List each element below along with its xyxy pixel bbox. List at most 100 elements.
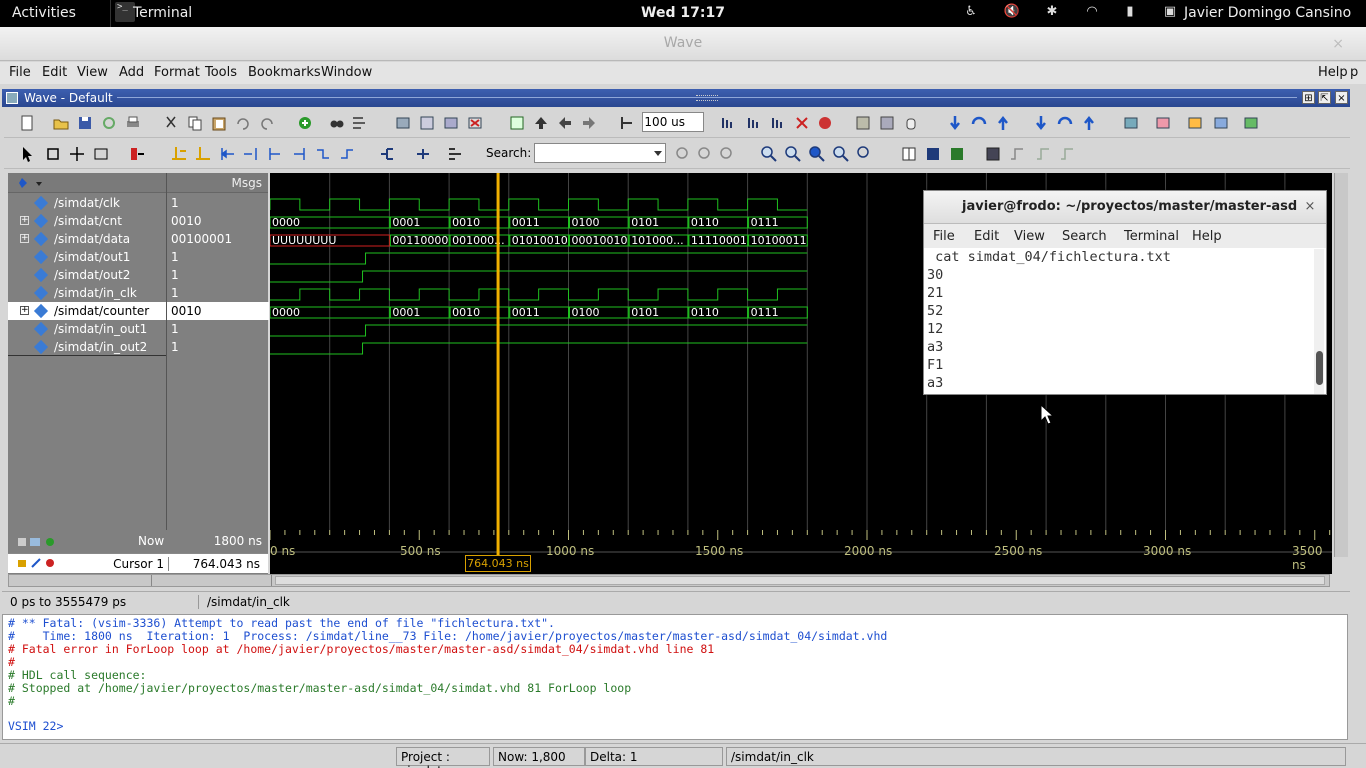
search-input[interactable]	[534, 143, 666, 163]
step-into-icon[interactable]	[946, 114, 964, 132]
delete-cursor-icon[interactable]	[194, 145, 212, 163]
break-icon[interactable]	[466, 114, 484, 132]
user-menu[interactable]: Javier Domingo Cansino	[1184, 5, 1351, 21]
reload-icon[interactable]	[100, 114, 118, 132]
vsim-prompt[interactable]: VSIM 22>	[8, 719, 1347, 733]
menu-format[interactable]: Format	[154, 65, 200, 80]
menu-tools[interactable]: Tools	[205, 65, 237, 80]
signal-style-3-icon[interactable]	[1058, 145, 1076, 163]
expand-icon[interactable]: +	[20, 234, 29, 243]
wave-view-icon[interactable]	[900, 145, 918, 163]
step-out-icon[interactable]	[994, 114, 1012, 132]
pane-float-icon[interactable]: ⊞	[1302, 91, 1315, 104]
pane-close-icon[interactable]: ×	[1335, 91, 1348, 104]
cursor-row[interactable]: Cursor 1 764.043 ns	[8, 553, 268, 573]
search-dropdown-icon[interactable]	[652, 147, 664, 159]
list-view-icon[interactable]	[924, 145, 942, 163]
undo-icon[interactable]	[234, 114, 252, 132]
signal-row-clk[interactable]: /simdat/clk	[8, 194, 166, 212]
copy-icon[interactable]	[186, 114, 204, 132]
break-stop-icon[interactable]	[816, 114, 834, 132]
signal-row-counter[interactable]: + /simdat/counter	[8, 302, 166, 320]
group-icon[interactable]	[446, 145, 464, 163]
terminal-close-icon[interactable]: ×	[1302, 199, 1318, 215]
transcript-console[interactable]: # ** Fatal: (vsim-3336) Attempt to read …	[2, 614, 1348, 740]
zoom-cursor-icon[interactable]	[832, 145, 850, 163]
layout-4-icon[interactable]	[1242, 114, 1260, 132]
accessibility-icon[interactable]: ♿	[961, 4, 981, 19]
terminal-output[interactable]: cat simdat_04/fichlectura.txt 30 21 52 12 a3 F…	[924, 249, 1314, 394]
wave-horizontal-scrollbar[interactable]	[8, 574, 1330, 587]
expand-icon[interactable]: +	[20, 216, 29, 225]
menu-view[interactable]: View	[77, 65, 108, 80]
zoom-mode-icon[interactable]	[44, 145, 62, 163]
zoom-in-icon[interactable]	[760, 145, 778, 163]
collapse-icon[interactable]	[414, 145, 432, 163]
signal-row-cnt[interactable]: + /simdat/cnt	[8, 212, 166, 230]
insert-cursor-icon[interactable]	[170, 145, 188, 163]
cursor-lock-icon[interactable]	[16, 557, 62, 569]
prev-falling-icon[interactable]	[314, 145, 332, 163]
battery-icon[interactable]: ▮	[1120, 4, 1140, 19]
run-length-input[interactable]: 100 us	[642, 112, 704, 132]
forward-icon[interactable]	[580, 114, 598, 132]
prev-transition-icon[interactable]	[266, 145, 284, 163]
edit-mode-icon[interactable]	[92, 145, 110, 163]
terminal-menu-terminal[interactable]: Terminal	[1124, 229, 1179, 244]
terminal-menu-file[interactable]: File	[933, 229, 955, 244]
search-next-icon[interactable]	[696, 145, 714, 163]
expand-icon[interactable]: +	[20, 306, 29, 315]
window-close-icon[interactable]: ×	[1332, 36, 1344, 52]
menu-edit[interactable]: Edit	[42, 65, 67, 80]
wave-options-icon[interactable]	[18, 176, 42, 190]
terminal-menu-view[interactable]: View	[1014, 229, 1045, 244]
search-prev-icon[interactable]	[674, 145, 692, 163]
terminal-menu-edit[interactable]: Edit	[974, 229, 999, 244]
step-over-icon[interactable]	[970, 114, 988, 132]
volume-muted-icon[interactable]: 🔇	[1002, 4, 1022, 19]
app-menu[interactable]: >_ Terminal	[110, 0, 370, 27]
zoom-full-icon[interactable]	[808, 145, 826, 163]
step-over-current-icon[interactable]	[1056, 114, 1074, 132]
run-icon[interactable]	[720, 114, 738, 132]
zoom-range-icon[interactable]	[856, 145, 874, 163]
terminal-window[interactable]: javier@frodo: ~/proyectos/master/master-…	[923, 190, 1327, 395]
memory-icon[interactable]	[878, 114, 896, 132]
signal-style-2-icon[interactable]	[1034, 145, 1052, 163]
run-length-icon[interactable]	[618, 114, 636, 132]
pane-dock-icon[interactable]: ⇱	[1318, 91, 1331, 104]
cursor-flag[interactable]: 764.043 ns	[465, 555, 531, 572]
activities-button[interactable]: Activities	[12, 5, 76, 21]
settings-icon[interactable]	[1186, 114, 1204, 132]
wave-vertical-scrollbar[interactable]	[1334, 173, 1348, 557]
signal-row-data[interactable]: + /simdat/data	[8, 230, 166, 248]
next-transition-icon[interactable]	[290, 145, 308, 163]
stop-icon[interactable]	[794, 114, 812, 132]
compile-icon[interactable]	[394, 114, 412, 132]
menu-bookmarks[interactable]: Bookmarks	[248, 65, 321, 80]
find-icon[interactable]	[328, 114, 346, 132]
menu-window[interactable]: Window	[321, 65, 372, 80]
next-edge-icon[interactable]	[242, 145, 260, 163]
compile-all-icon[interactable]	[418, 114, 436, 132]
signal-row-out2[interactable]: /simdat/out2	[8, 266, 166, 284]
signal-style-1-icon[interactable]	[1008, 145, 1026, 163]
terminal-scroll-thumb[interactable]	[1316, 351, 1323, 385]
cursor-tools-icon[interactable]	[16, 536, 56, 546]
step-out-current-icon[interactable]	[1080, 114, 1098, 132]
menu-file[interactable]: File	[9, 65, 31, 80]
step-icon[interactable]	[508, 114, 526, 132]
print-icon[interactable]	[124, 114, 142, 132]
step-into-current-icon[interactable]	[1032, 114, 1050, 132]
pan-mode-icon[interactable]	[68, 145, 86, 163]
add-wave-icon[interactable]	[296, 114, 314, 132]
continue-icon[interactable]	[746, 114, 764, 132]
time-ruler[interactable]: 0 ns 500 ns 1000 ns 1500 ns 2000 ns 2500…	[269, 530, 1346, 574]
signal-row-in-clk[interactable]: /simdat/in_clk	[8, 284, 166, 302]
layout-3-icon[interactable]	[1212, 114, 1230, 132]
run-all-icon[interactable]	[770, 114, 788, 132]
wave-compare-icon[interactable]	[128, 145, 146, 163]
signal-row-in-out1[interactable]: /simdat/in_out1	[8, 320, 166, 338]
save-icon[interactable]	[76, 114, 94, 132]
signal-row-out1[interactable]: /simdat/out1	[8, 248, 166, 266]
